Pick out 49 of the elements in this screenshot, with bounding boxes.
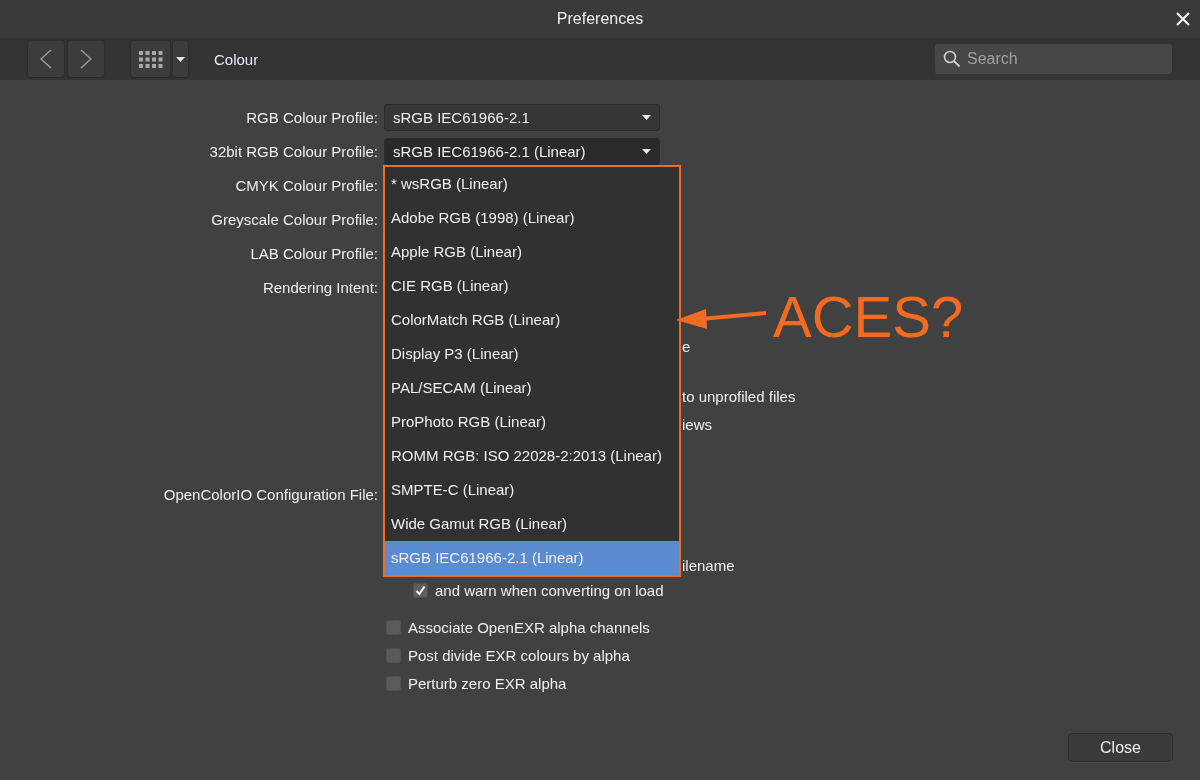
menu-item[interactable]: PAL/SECAM (Linear) (385, 371, 679, 405)
caret-icon (642, 148, 651, 154)
partially-hidden-text: ilename (682, 556, 735, 574)
field-label: Greyscale Colour Profile: (210, 210, 378, 228)
field-label: LAB Colour Profile: (249, 244, 378, 262)
close-icon[interactable] (1175, 11, 1191, 27)
search-field[interactable]: Search (935, 44, 1172, 74)
menu-item[interactable]: SMPTE-C (Linear) (385, 473, 679, 507)
menu-item[interactable]: Display P3 (Linear) (385, 337, 679, 371)
field-label: CMYK Colour Profile: (234, 176, 378, 194)
checkbox-label: and warn when converting on load (435, 581, 664, 599)
close-button[interactable]: Close (1068, 733, 1173, 762)
menu-item[interactable]: Wide Gamut RGB (Linear) (385, 507, 679, 541)
chevron-left-icon (40, 49, 52, 69)
window-title: Preferences (556, 10, 644, 28)
profile-dropdown[interactable]: sRGB IEC61966-2.1 (Linear) (384, 137, 660, 165)
menu-item[interactable]: ProPhoto RGB (Linear) (385, 405, 679, 439)
profile-dropdown[interactable]: sRGB IEC61966-2.1 (384, 103, 660, 131)
partially-hidden-text: to unprofiled files (682, 387, 796, 405)
caret-icon (642, 114, 651, 120)
field-label: 32bit RGB Colour Profile: (208, 142, 378, 160)
grid-icon (138, 50, 163, 68)
back-button[interactable] (28, 41, 64, 77)
checkbox-label: Post divide EXR colours by alpha (408, 646, 630, 664)
menu-item[interactable]: Adobe RGB (1998) (Linear) (385, 201, 679, 235)
annotation-text: ACES? (773, 283, 964, 351)
caret-icon (176, 56, 185, 62)
section-title: Colour (214, 50, 259, 68)
partially-hidden-text: e (682, 337, 691, 355)
forward-button[interactable] (68, 41, 104, 77)
checkbox[interactable] (413, 582, 428, 598)
checkbox[interactable] (386, 675, 401, 691)
menu-item[interactable]: Apple RGB (Linear) (385, 235, 679, 269)
view-menu-button[interactable] (173, 41, 188, 77)
field-label: Rendering Intent: (261, 278, 378, 296)
field-label: RGB Colour Profile: (245, 108, 378, 126)
field-label: OpenColorIO Configuration File: (162, 485, 378, 503)
checkbox-label: Associate OpenEXR alpha channels (408, 618, 650, 636)
chevron-right-icon (80, 49, 92, 69)
search-icon (943, 50, 961, 68)
checkbox[interactable] (386, 647, 401, 663)
partially-hidden-text: iews (682, 415, 712, 433)
grid-view-button[interactable] (131, 41, 170, 77)
menu-item[interactable]: ROMM RGB: ISO 22028-2:2013 (Linear) (385, 439, 679, 473)
checkbox[interactable] (386, 619, 401, 635)
menu-item[interactable]: CIE RGB (Linear) (385, 269, 679, 303)
checkbox-label: Perturb zero EXR alpha (408, 674, 567, 692)
menu-item[interactable]: * wsRGB (Linear) (385, 167, 679, 201)
menu-item[interactable]: ColorMatch RGB (Linear) (385, 303, 679, 337)
